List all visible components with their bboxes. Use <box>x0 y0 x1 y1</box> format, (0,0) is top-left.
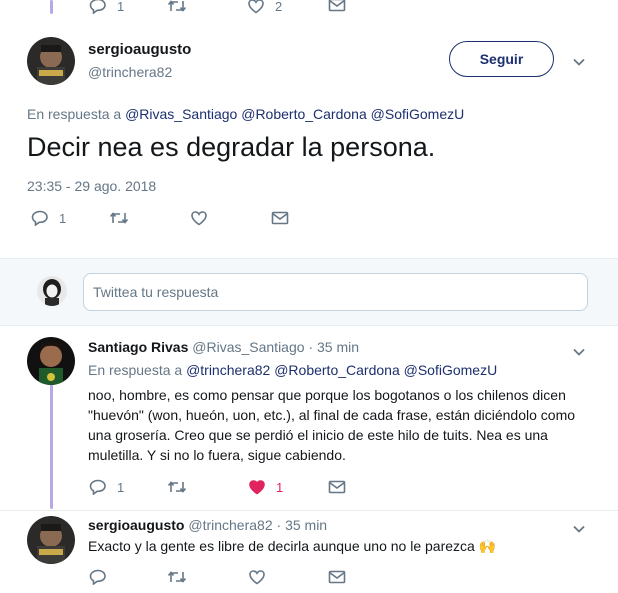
author-handle[interactable]: @Rivas_Santiago <box>192 339 304 355</box>
reply-header: sergioaugusto @trinchera82 · 35 min <box>88 517 327 533</box>
retweet-icon <box>109 212 129 224</box>
retweet-icon <box>167 571 187 583</box>
avatar-santiago-rivas <box>27 337 75 385</box>
avatar <box>37 276 67 306</box>
retweet-icon <box>167 0 187 12</box>
tweet-text: Decir nea es degradar la persona. <box>27 132 436 162</box>
reply-context: En respuesta a @trinchera82 @Roberto_Car… <box>88 362 497 378</box>
follow-button[interactable]: Seguir <box>449 41 554 77</box>
like-action-top[interactable]: 2 <box>247 0 282 14</box>
tweet-time[interactable]: · 35 min <box>308 339 359 355</box>
mention-link[interactable]: @SofiGomezU <box>404 362 498 378</box>
mail-icon <box>271 211 289 225</box>
dm-action[interactable] <box>328 570 346 584</box>
reply-action[interactable]: 1 <box>31 210 66 226</box>
tweet-menu-caret[interactable] <box>572 344 586 362</box>
like-count: 1 <box>276 479 284 495</box>
retweet-action-top[interactable] <box>167 0 187 14</box>
avatar[interactable] <box>27 337 75 385</box>
mention-link[interactable]: @SofiGomezU <box>371 106 465 122</box>
thread-line-top <box>50 0 53 14</box>
reply-input[interactable] <box>83 273 588 311</box>
like-count: 2 <box>275 0 283 14</box>
like-action[interactable]: 1 <box>248 479 283 495</box>
like-action[interactable] <box>248 569 266 585</box>
chevron-down-icon <box>573 348 585 356</box>
chevron-down-icon <box>573 525 585 533</box>
tweet-timestamp[interactable]: 23:35 - 29 ago. 2018 <box>27 178 156 194</box>
avatar-sergioaugusto <box>27 37 75 85</box>
dm-action[interactable] <box>328 480 346 494</box>
reply-icon <box>89 0 106 14</box>
mention-link[interactable]: @trinchera82 <box>186 362 270 378</box>
dm-action-top[interactable] <box>328 0 346 12</box>
retweet-icon <box>167 481 187 493</box>
mail-icon <box>328 0 346 12</box>
reply-count: 1 <box>59 210 67 226</box>
like-action[interactable] <box>190 210 208 226</box>
heart-icon <box>248 0 264 14</box>
reply-count: 1 <box>117 479 125 495</box>
divider <box>0 510 618 511</box>
mention-link[interactable]: @Roberto_Cardona <box>274 362 400 378</box>
thread-line <box>50 383 53 509</box>
author-name[interactable]: Santiago Rivas <box>88 339 188 355</box>
mention-link[interactable]: @Rivas_Santiago <box>125 106 237 122</box>
reply-prefix: En respuesta a <box>88 362 183 378</box>
reply-prefix: En respuesta a <box>27 106 122 122</box>
avatar-current-user <box>37 276 67 306</box>
mail-icon <box>328 480 346 494</box>
heart-filled-icon <box>249 480 265 495</box>
reply-action[interactable] <box>89 569 107 585</box>
reply-icon <box>89 569 106 585</box>
reply-action[interactable]: 1 <box>89 479 124 495</box>
author-name[interactable]: sergioaugusto <box>88 41 191 58</box>
reply-header: Santiago Rivas @Rivas_Santiago · 35 min <box>88 339 359 355</box>
author-handle[interactable]: @trinchera82 <box>188 517 272 533</box>
heart-icon <box>191 211 207 226</box>
dm-action[interactable] <box>271 211 289 225</box>
heart-icon <box>249 570 265 585</box>
reply-count: 1 <box>117 0 125 14</box>
author-name[interactable]: sergioaugusto <box>88 517 184 533</box>
retweet-action[interactable] <box>167 479 187 495</box>
retweet-action[interactable] <box>167 569 187 585</box>
tweet-text: Exacto y la gente es libre de decirla au… <box>88 538 497 554</box>
chevron-down-icon <box>573 58 585 66</box>
tweet-menu-caret[interactable] <box>572 54 586 72</box>
author-handle[interactable]: @trinchera82 <box>88 64 172 80</box>
avatar-sergioaugusto <box>27 516 75 564</box>
reply-icon <box>31 210 48 226</box>
avatar[interactable] <box>27 516 75 564</box>
tweet-time[interactable]: · 35 min <box>277 517 328 533</box>
tweet-text: noo, hombre, es como pensar que porque l… <box>88 387 576 463</box>
retweet-action[interactable] <box>109 210 129 226</box>
reply-action-top[interactable]: 1 <box>89 0 124 14</box>
avatar[interactable] <box>27 37 75 85</box>
mention-link[interactable]: @Roberto_Cardona <box>241 106 367 122</box>
reply-icon <box>89 479 106 495</box>
mail-icon <box>328 570 346 584</box>
reply-context: En respuesta a @Rivas_Santiago @Roberto_… <box>27 106 464 122</box>
